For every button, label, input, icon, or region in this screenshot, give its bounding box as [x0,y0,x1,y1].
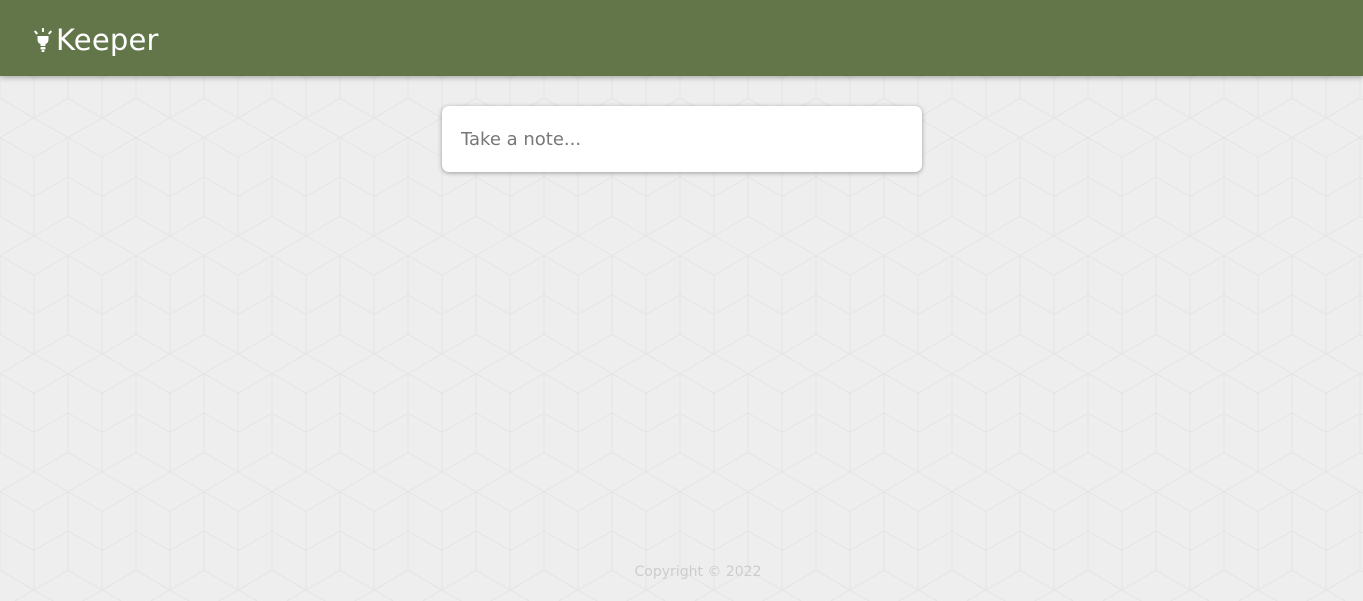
copyright-text: Copyright © 2022 [634,564,762,580]
app-footer: Copyright © 2022 [0,560,1363,584]
background-pattern [0,0,1363,601]
app-header: Keeper [0,0,1363,76]
create-note-form [442,106,922,172]
app-title: Keeper [56,23,159,57]
take-note-input[interactable] [442,106,922,172]
lightbulb-icon [34,28,52,52]
brand[interactable]: Keeper [34,22,159,58]
